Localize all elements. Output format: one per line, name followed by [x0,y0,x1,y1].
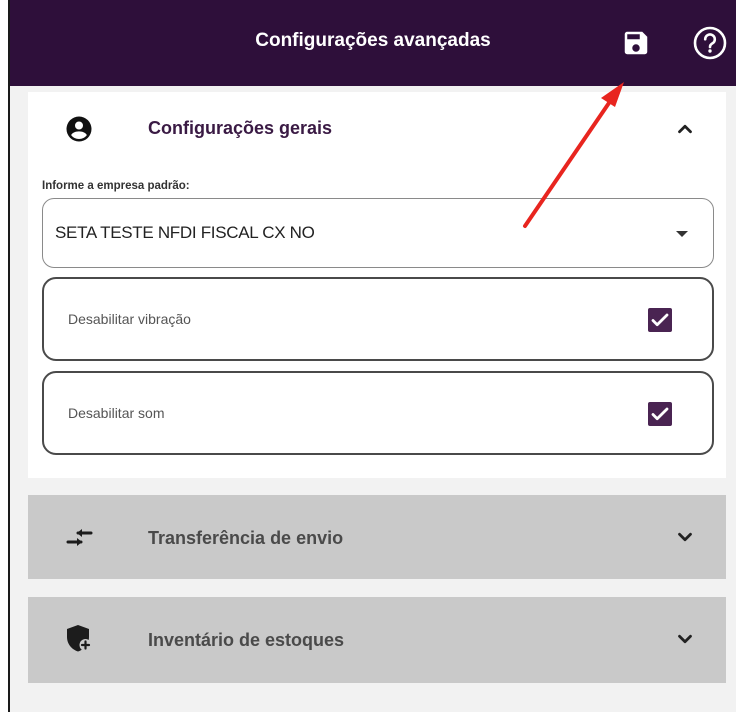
disable-sound-row[interactable]: Desabilitar som [42,371,714,455]
company-field-label: Informe a empresa padrão: [42,180,190,192]
inventory-section-title: Inventário de estoques [148,630,345,650]
check-icon [651,407,669,421]
disable-sound-label: Desabilitar som [68,405,165,421]
save-button[interactable] [621,28,651,58]
general-settings-title: Configurações gerais [148,118,333,138]
company-select[interactable]: SETA TESTE NFDI FISCAL CX NO [42,198,714,268]
chevron-up-icon[interactable] [674,118,696,140]
help-button[interactable] [692,25,728,61]
app-bar: Configurações avançadas [10,0,736,86]
help-icon [693,26,727,60]
account-circle-icon [66,116,92,142]
transfer-section-header[interactable]: Transferência de envio [28,495,726,567]
check-icon [651,313,669,327]
disable-vibration-label: Desabilitar vibração [68,311,191,327]
transfer-arrows-icon [66,529,93,546]
company-select-value: SETA TESTE NFDI FISCAL CX NO [55,223,315,242]
inventory-section-header[interactable]: Inventário de estoques [28,597,726,669]
disable-sound-checkbox[interactable] [648,402,672,426]
general-settings-panel: Configurações gerais Informe a empresa p… [28,92,726,478]
save-icon [624,31,648,55]
disable-vibration-row[interactable]: Desabilitar vibração [42,277,714,361]
inventory-section[interactable]: Inventário de estoques [28,597,726,683]
transfer-section-title: Transferência de envio [148,528,344,548]
chevron-down-icon[interactable] [674,526,696,548]
transfer-section[interactable]: Transferência de envio [28,495,726,579]
general-settings-header[interactable]: Configurações gerais [28,92,726,164]
dropdown-arrow-icon [676,231,688,237]
shield-plus-icon [67,625,92,652]
chevron-down-icon[interactable] [674,628,696,650]
disable-vibration-checkbox[interactable] [648,308,672,332]
